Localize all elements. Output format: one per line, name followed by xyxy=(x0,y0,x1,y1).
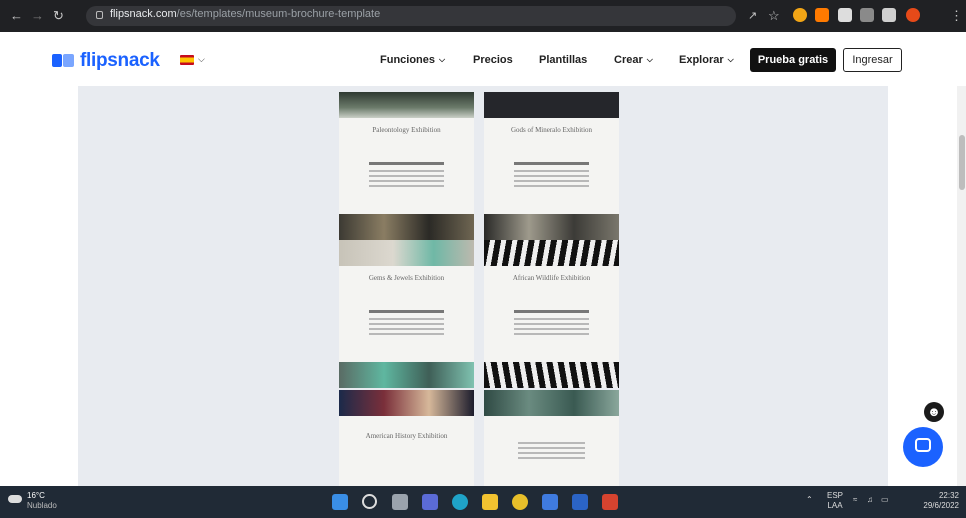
volume-icon[interactable]: ♫ xyxy=(867,495,873,504)
url-host: flipsnack.com xyxy=(110,8,177,20)
nav-label: Explorar xyxy=(679,54,724,66)
chat-app-icon[interactable] xyxy=(422,494,438,510)
weather-desc: Nublado xyxy=(27,501,57,510)
forward-icon[interactable]: → xyxy=(31,7,44,25)
back-icon[interactable]: ← xyxy=(10,7,23,25)
template-title: Gems & Jewels Exhibition xyxy=(368,274,445,282)
nav-funciones[interactable]: Funciones ⌵ xyxy=(380,54,445,66)
browser-toolbar: ← → ↻ flipsnack.com/es/templates/museum-… xyxy=(0,0,966,32)
windows-start-icon[interactable] xyxy=(332,494,348,510)
template-body-text xyxy=(514,162,589,190)
nav-crear[interactable]: Crear ⌵ xyxy=(614,54,653,66)
word-icon[interactable] xyxy=(572,494,588,510)
chat-bubble-icon xyxy=(915,438,931,452)
side-panel-icon[interactable] xyxy=(882,8,896,22)
browser-menu-icon[interactable]: ⋮ xyxy=(950,7,963,25)
extension-icon[interactable] xyxy=(815,8,829,22)
gems-image xyxy=(339,240,474,266)
flipsnack-logo[interactable]: flipsnack xyxy=(52,50,160,72)
american-history-image xyxy=(339,390,474,416)
template-card[interactable]: Gems & Jewels Exhibition xyxy=(339,240,474,388)
language-indicator[interactable]: ESP LAA xyxy=(827,491,843,511)
nav-label: Funciones xyxy=(380,54,436,66)
nav-precios[interactable]: Precios xyxy=(473,54,513,66)
chevron-up-icon[interactable]: ⌃ xyxy=(806,495,813,504)
nav-explorar[interactable]: Explorar ⌵ xyxy=(679,54,734,66)
url-text: flipsnack.com/es/templates/museum-brochu… xyxy=(110,8,380,20)
turquoise-gems-image xyxy=(339,362,474,388)
nav-label: Plantillas xyxy=(539,54,588,66)
template-card[interactable]: African Wildlife Exhibition xyxy=(484,240,619,388)
weather-temp: 16°C xyxy=(27,491,45,500)
url-path: /es/templates/museum-brochure-template xyxy=(176,8,381,20)
windows-taskbar: 16°C Nublado ⌃ ESP LAA ≈ ♫ ▭ 22:32 29/6/… xyxy=(0,486,966,518)
logo-icon xyxy=(52,52,76,70)
template-card[interactable]: Paleontology Exhibition xyxy=(339,92,474,240)
clock-date: 29/6/2022 xyxy=(923,501,959,510)
template-title: African Wildlife Exhibition xyxy=(512,274,591,282)
template-title: Gods of Mineralo Exhibition xyxy=(510,126,593,134)
file-explorer-icon[interactable] xyxy=(482,494,498,510)
try-free-button[interactable]: Prueba gratis xyxy=(750,48,836,72)
template-body-text xyxy=(369,310,444,338)
office-icon[interactable] xyxy=(602,494,618,510)
template-body-text xyxy=(518,442,585,462)
bookmark-star-icon[interactable]: ☆ xyxy=(768,7,780,25)
login-button[interactable]: Ingresar xyxy=(843,48,902,72)
search-icon[interactable] xyxy=(362,494,377,509)
template-preview-area xyxy=(78,86,888,486)
extension-icon[interactable] xyxy=(793,8,807,22)
lang-bottom: LAA xyxy=(827,501,843,510)
lang-top: ESP xyxy=(827,491,844,500)
template-body-text xyxy=(369,162,444,190)
chevron-down-icon: ⌵ xyxy=(439,55,446,64)
reload-icon[interactable]: ↻ xyxy=(53,7,64,25)
profile-avatar[interactable] xyxy=(906,8,920,22)
chevron-down-icon: ⌵ xyxy=(646,55,653,64)
logo-text: flipsnack xyxy=(80,50,160,71)
dark-header-image xyxy=(484,92,619,118)
language-selector[interactable]: ⌵ xyxy=(180,54,205,65)
clock-time: 22:32 xyxy=(938,491,959,500)
nav-label: Precios xyxy=(473,54,513,66)
spain-flag-icon xyxy=(180,54,194,65)
template-card[interactable]: Gods of Mineralo Exhibition xyxy=(484,92,619,240)
address-bar[interactable]: flipsnack.com/es/templates/museum-brochu… xyxy=(86,6,736,26)
mail-icon[interactable] xyxy=(542,494,558,510)
extensions-puzzle-icon[interactable] xyxy=(838,8,852,22)
chrome-icon[interactable] xyxy=(512,494,528,510)
reading-list-icon[interactable] xyxy=(860,8,874,22)
zebra-stripes-image xyxy=(484,240,619,266)
template-body-text xyxy=(514,310,589,338)
site-header: flipsnack ⌵ Funciones ⌵ Precios Plantill… xyxy=(0,32,966,86)
zebra-stripes-image xyxy=(484,362,619,388)
clock[interactable]: 22:32 29/6/2022 xyxy=(911,491,959,511)
wifi-icon[interactable]: ≈ xyxy=(853,495,857,504)
accessibility-icon[interactable]: ☻ xyxy=(924,402,944,422)
battery-icon[interactable]: ▭ xyxy=(881,495,889,504)
template-title: Paleontology Exhibition xyxy=(372,126,441,134)
chevron-down-icon: ⌵ xyxy=(727,55,734,64)
chat-support-button[interactable] xyxy=(903,427,943,467)
lock-icon xyxy=(96,11,103,19)
chevron-down-icon: ⌵ xyxy=(198,54,205,64)
nav-plantillas[interactable]: Plantillas xyxy=(539,54,587,66)
task-view-icon[interactable] xyxy=(392,494,408,510)
mineral-image xyxy=(484,214,619,240)
template-title: American History Exhibition xyxy=(365,432,448,440)
scrollbar-thumb[interactable] xyxy=(959,135,965,190)
nature-image xyxy=(484,390,619,416)
edge-icon[interactable] xyxy=(452,494,468,510)
museum-ceiling-image xyxy=(339,92,474,118)
template-card[interactable] xyxy=(484,390,619,486)
fossil-image xyxy=(339,214,474,240)
cloud-icon xyxy=(8,495,22,503)
weather-widget[interactable]: 16°C Nublado xyxy=(8,491,57,511)
share-icon[interactable]: ↗ xyxy=(748,7,757,25)
nav-label: Crear xyxy=(614,54,643,66)
template-card[interactable]: American History Exhibition xyxy=(339,390,474,486)
